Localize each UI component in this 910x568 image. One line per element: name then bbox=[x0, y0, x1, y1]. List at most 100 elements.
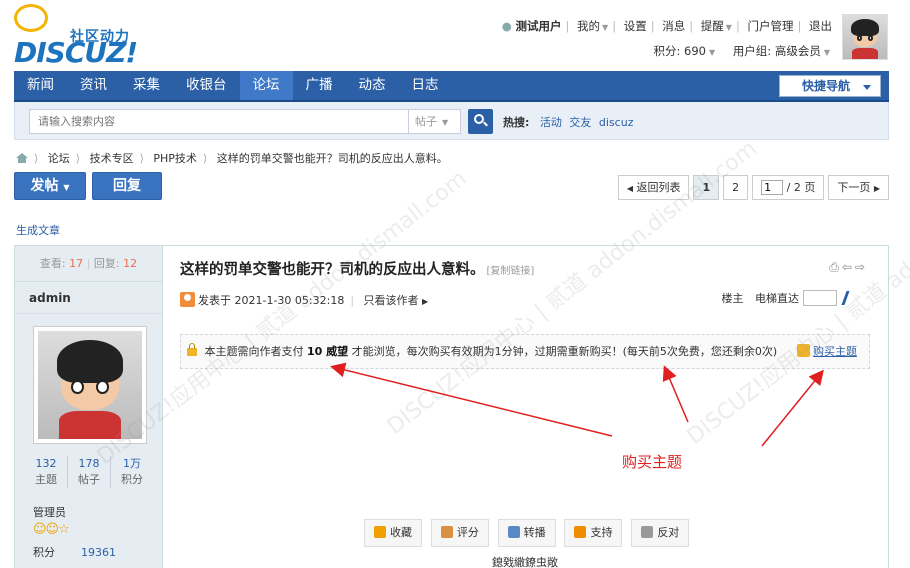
views-count: 17 bbox=[69, 257, 84, 270]
back-label: 返回列表 bbox=[636, 181, 681, 194]
hot-term[interactable]: 活动 bbox=[540, 116, 562, 129]
go-icon[interactable] bbox=[841, 291, 857, 305]
discuz-logo[interactable]: 社区动力 DISCUZ! bbox=[14, 4, 144, 69]
next-page-button[interactable]: 下一页 ▶ bbox=[828, 175, 889, 200]
prev-thread-icon[interactable]: ⇦ bbox=[842, 260, 855, 274]
quick-nav-label: 快捷导航 bbox=[802, 79, 851, 93]
lock-amount: 10 威望 bbox=[307, 345, 349, 358]
garbled-text: 鎴戣繖鐐虫敞 bbox=[492, 556, 558, 568]
messages-link[interactable]: 消息 bbox=[662, 19, 685, 33]
author-points: 积分 19361 bbox=[33, 544, 116, 560]
user-bar-secondary: 积分: 690 ▼ 用户组: 高级会员 ▼ bbox=[653, 44, 830, 58]
share-label: 转播 bbox=[523, 526, 546, 539]
hot-term[interactable]: 交友 bbox=[569, 116, 591, 129]
buy-topic-link[interactable]: 购买主题 bbox=[797, 335, 857, 368]
home-icon[interactable] bbox=[16, 153, 28, 163]
up-arrow-icon bbox=[574, 526, 587, 538]
author-stats: 132 主题 178 帖子 1万 积分 bbox=[25, 456, 153, 488]
hot-term[interactable]: discuz bbox=[599, 116, 634, 129]
user-avatar[interactable] bbox=[842, 14, 888, 60]
post: 查看: 17 | 回复: 12 admin 132 主题 178 帖子 1万 积分 管… bbox=[14, 245, 889, 568]
page-input[interactable] bbox=[761, 180, 784, 195]
author-name[interactable]: admin bbox=[15, 282, 162, 314]
pagination: ◀ 返回列表 1 2 / 2 页 下一页 ▶ bbox=[614, 175, 889, 200]
search-type-label: 帖子 bbox=[415, 115, 437, 128]
floor-input[interactable] bbox=[802, 290, 837, 306]
reply-button[interactable]: 回复 bbox=[92, 172, 162, 200]
search-input[interactable] bbox=[29, 109, 409, 134]
author-avatar[interactable] bbox=[33, 326, 147, 444]
nav-news[interactable]: 新闻 bbox=[14, 71, 67, 100]
username-link[interactable]: 测试用户 bbox=[516, 19, 562, 33]
breadcrumb-thread[interactable]: 这样的罚单交警也能开？司机的反应出人意料。 bbox=[217, 152, 448, 165]
logo-bubble-icon bbox=[14, 4, 48, 32]
lock-prefix: 本主题需向作者支付 bbox=[204, 345, 304, 358]
breadcrumb-php[interactable]: PHP技术 bbox=[153, 152, 197, 165]
page-2[interactable]: 2 bbox=[723, 175, 749, 200]
nav-info[interactable]: 资讯 bbox=[67, 71, 120, 100]
points-link[interactable]: 积分: 690 bbox=[654, 44, 706, 58]
nav-broadcast[interactable]: 广播 bbox=[293, 71, 346, 100]
post-action-buttons: 收藏 评分 转播 支持 反对 bbox=[364, 519, 694, 547]
portal-admin-link[interactable]: 门户管理 bbox=[747, 19, 793, 33]
paid-content-notice: 本主题需向作者支付 10 威望 才能浏览，每次购买有效期为1分钟，过期需重新购买… bbox=[180, 334, 870, 369]
next-thread-icon[interactable]: ⇨ bbox=[855, 260, 868, 274]
stat-value: 1万 bbox=[123, 457, 141, 470]
logo-en: DISCUZ! bbox=[14, 36, 138, 69]
nav-blog[interactable]: 日志 bbox=[399, 71, 452, 100]
nav-forum[interactable]: 论坛 bbox=[239, 71, 293, 100]
author-points-value: 19361 bbox=[81, 546, 116, 559]
copy-link[interactable]: [复制链接] bbox=[487, 266, 535, 277]
nav-collect[interactable]: 采集 bbox=[120, 71, 173, 100]
search-button[interactable] bbox=[468, 109, 493, 134]
hot-search: 热搜: 活动 交友 discuz bbox=[503, 114, 633, 130]
lock-suffix: 才能浏览，每次购买有效期为1分钟，过期需重新购买！(每天前5次免费，您还剩余0次… bbox=[351, 345, 778, 358]
down-arrow-icon bbox=[641, 526, 654, 538]
annotation-label: 购买主题 bbox=[622, 453, 683, 471]
breadcrumb-forum[interactable]: 论坛 bbox=[48, 152, 70, 165]
rate-button[interactable]: 评分 bbox=[430, 519, 489, 547]
stat-threads[interactable]: 132 主题 bbox=[25, 456, 68, 488]
post-time: 发表于 2021-1-30 05:32:18 bbox=[198, 294, 345, 307]
buy-label: 购买主题 bbox=[813, 345, 857, 358]
quick-nav-button[interactable]: 快捷导航 bbox=[779, 75, 881, 97]
back-to-list-button[interactable]: ◀ 返回列表 bbox=[617, 175, 690, 200]
usergroup-link[interactable]: 用户组: 高级会员 bbox=[733, 44, 821, 58]
my-menu-link[interactable]: 我的 bbox=[577, 19, 600, 33]
breadcrumb-tech[interactable]: 技术专区 bbox=[90, 152, 134, 165]
nav-feed[interactable]: 动态 bbox=[346, 71, 399, 100]
favorite-button[interactable]: 收藏 bbox=[364, 519, 422, 547]
stat-points[interactable]: 1万 积分 bbox=[111, 456, 153, 488]
print-icon[interactable]: ⎙ bbox=[829, 260, 842, 274]
author-only-link[interactable]: 只看该作者 bbox=[364, 294, 419, 307]
page-1[interactable]: 1 bbox=[693, 175, 720, 200]
notices-link[interactable]: 提醒 bbox=[701, 19, 724, 33]
stat-value: 132 bbox=[35, 457, 57, 470]
buy-icon bbox=[797, 344, 810, 357]
oppose-button[interactable]: 反对 bbox=[631, 519, 690, 547]
nav-cashier[interactable]: 收银台 bbox=[173, 71, 240, 100]
search-bar: 帖子▼ 热搜: 活动 交友 discuz bbox=[14, 102, 889, 140]
new-post-button[interactable]: 发帖 ▼ bbox=[14, 172, 86, 200]
user-icon: ● bbox=[501, 19, 512, 33]
logout-link[interactable]: 退出 bbox=[809, 19, 832, 33]
share-button[interactable]: 转播 bbox=[497, 519, 556, 547]
hot-search-label: 热搜: bbox=[503, 116, 530, 129]
rate-label: 评分 bbox=[456, 526, 479, 539]
post-tools: ⎙⇦⇨ bbox=[829, 260, 868, 275]
author-points-label: 积分 bbox=[33, 546, 55, 559]
medal-icons: ☺☺☆ bbox=[33, 522, 70, 537]
generate-article-link[interactable]: 生成文章 bbox=[16, 222, 60, 238]
new-post-label: 发帖 bbox=[30, 178, 59, 194]
stat-value: 178 bbox=[78, 457, 100, 470]
settings-link[interactable]: 设置 bbox=[624, 19, 647, 33]
post-content: 这样的罚单交警也能开？司机的反应出人意料。 [复制链接] ⎙⇦⇨ 发表于 2021… bbox=[164, 246, 888, 568]
oppose-label: 反对 bbox=[657, 526, 680, 539]
support-label: 支持 bbox=[590, 526, 613, 539]
page-total: / 2 页 bbox=[786, 181, 816, 194]
support-button[interactable]: 支持 bbox=[564, 519, 623, 547]
post-meta: 发表于 2021-1-30 05:32:18 | 只看该作者 ▶ 楼主 电梯直达 bbox=[180, 290, 872, 308]
stat-posts[interactable]: 178 帖子 bbox=[68, 456, 111, 488]
views-label: 查看: bbox=[39, 257, 66, 270]
search-type-select[interactable]: 帖子 ▼ bbox=[409, 109, 461, 134]
